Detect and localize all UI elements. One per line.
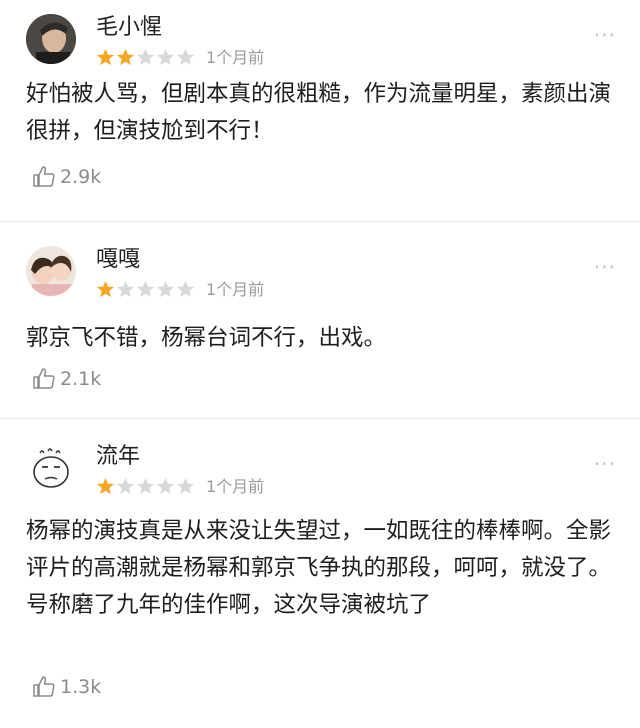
more-options-icon[interactable]: ··· [594, 257, 616, 277]
star-icon [176, 280, 195, 298]
star-icon [156, 477, 175, 495]
review-time: 1个月前 [206, 477, 265, 496]
like-button[interactable]: 2.9k [32, 165, 101, 189]
star-icon [116, 280, 135, 298]
star-rating: 1个月前 [96, 280, 264, 299]
more-options-icon[interactable]: ··· [594, 454, 616, 474]
thumbs-up-icon [33, 676, 55, 697]
review-time: 1个月前 [206, 48, 265, 67]
like-button[interactable]: 2.1k [32, 367, 101, 391]
thumbs-up-icon [33, 166, 55, 187]
review-text: 杨幂的演技真是从来没让失望过，一如既往的棒棒啊。全影评片的高潮就是杨幂和郭京飞争… [26, 518, 612, 618]
star-icon [156, 48, 175, 66]
review-time: 1个月前 [206, 280, 265, 299]
star-icon [136, 477, 155, 495]
review-text: 郭京飞不错，杨幂台词不行，出戏。 [26, 325, 387, 351]
star-icon [156, 280, 175, 298]
like-count: 1.3k [60, 676, 102, 698]
star-icon [116, 48, 135, 66]
thumbs-up-icon [33, 368, 55, 389]
avatar[interactable] [26, 246, 76, 296]
review-item: 流年 1个月前 ··· 杨幂的演技真是从来没让失望过，一如既往的棒棒啊。全影评片… [0, 418, 640, 728]
star-icon [96, 477, 115, 495]
review-item: 毛小惺 1个月前 ··· 好怕被人骂，但剧本真的很粗糙，作为流量明星，素颜出演很… [0, 0, 640, 221]
review-item: 嘎嘎 1个月前 ··· 郭京飞不错，杨幂台词不行，出戏。 2.1k [0, 221, 640, 418]
star-icon [176, 477, 195, 495]
like-button[interactable]: 1.3k [32, 675, 101, 699]
star-icon [136, 48, 155, 66]
star-icon [96, 48, 115, 66]
two-children-icon [26, 246, 76, 296]
star-icon [116, 477, 135, 495]
star-rating: 1个月前 [96, 477, 264, 496]
username[interactable]: 流年 [96, 443, 140, 471]
man-portrait-icon [26, 14, 76, 64]
like-count: 2.1k [60, 368, 102, 390]
star-icon [176, 48, 195, 66]
doodle-face-icon [26, 443, 76, 493]
star-icon [96, 280, 115, 298]
review-text: 好怕被人骂，但剧本真的很粗糙，作为流量明星，素颜出演很拼，但演技尬到不行！ [26, 81, 612, 144]
like-count: 2.9k [60, 166, 102, 188]
avatar[interactable] [26, 14, 76, 64]
more-options-icon[interactable]: ··· [594, 25, 616, 45]
username[interactable]: 毛小惺 [96, 14, 162, 42]
star-rating: 1个月前 [96, 48, 264, 67]
avatar[interactable] [26, 443, 76, 493]
star-icon [136, 280, 155, 298]
username[interactable]: 嘎嘎 [96, 246, 140, 274]
